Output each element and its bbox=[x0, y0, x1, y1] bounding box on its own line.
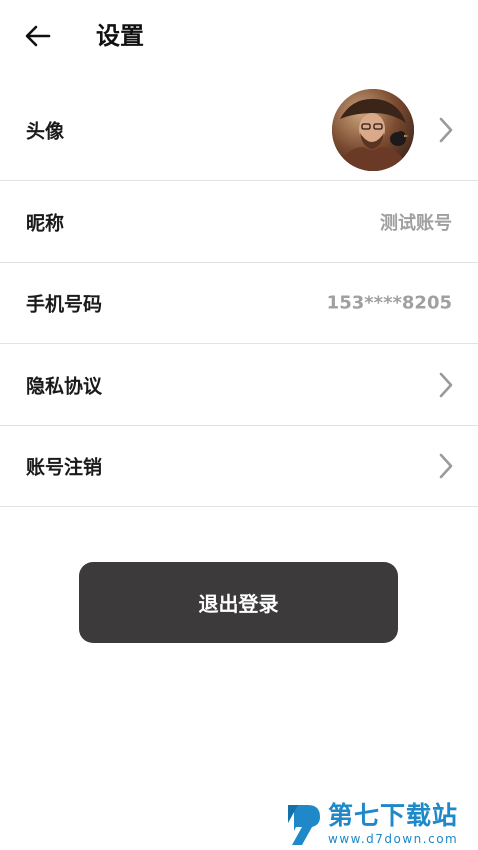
watermark-url: www.d7down.com bbox=[328, 832, 459, 846]
watermark-logo-icon bbox=[288, 805, 320, 845]
phone-value: 153****8205 bbox=[326, 292, 452, 314]
avatar-image bbox=[332, 89, 414, 171]
chevron-right-icon bbox=[439, 117, 453, 143]
watermark: 第七下载站 www.d7down.com bbox=[284, 800, 474, 848]
logout-label: 退出登录 bbox=[198, 592, 279, 616]
settings-row-phone[interactable]: 手机号码 153****8205 bbox=[0, 263, 478, 344]
page-title: 设置 bbox=[96, 22, 144, 50]
arrow-left-icon bbox=[25, 25, 51, 47]
chevron-right-icon bbox=[439, 372, 453, 397]
header: 设置 bbox=[0, 0, 478, 76]
settings-row-privacy[interactable]: 隐私协议 bbox=[0, 344, 478, 426]
logout-button[interactable]: 退出登录 bbox=[79, 562, 398, 643]
row-label-avatar: 头像 bbox=[26, 120, 65, 143]
row-label-phone: 手机号码 bbox=[26, 293, 103, 316]
settings-screen: 设置 头像 昵称 测试账号 手机号码 153****8205 隐私协议 账号注销… bbox=[0, 0, 478, 850]
nickname-value: 测试账号 bbox=[380, 212, 452, 234]
row-label-privacy: 隐私协议 bbox=[26, 375, 103, 397]
row-label-nickname: 昵称 bbox=[26, 212, 65, 234]
settings-row-account-cancel[interactable]: 账号注销 bbox=[0, 426, 478, 507]
back-button[interactable] bbox=[18, 18, 58, 54]
settings-row-nickname[interactable]: 昵称 测试账号 bbox=[0, 181, 478, 263]
avatar[interactable] bbox=[332, 89, 414, 171]
settings-row-avatar[interactable]: 头像 bbox=[0, 80, 478, 181]
row-label-account-cancel: 账号注销 bbox=[26, 456, 103, 479]
chevron-right-icon bbox=[439, 453, 453, 479]
watermark-name: 第七下载站 bbox=[328, 801, 459, 830]
